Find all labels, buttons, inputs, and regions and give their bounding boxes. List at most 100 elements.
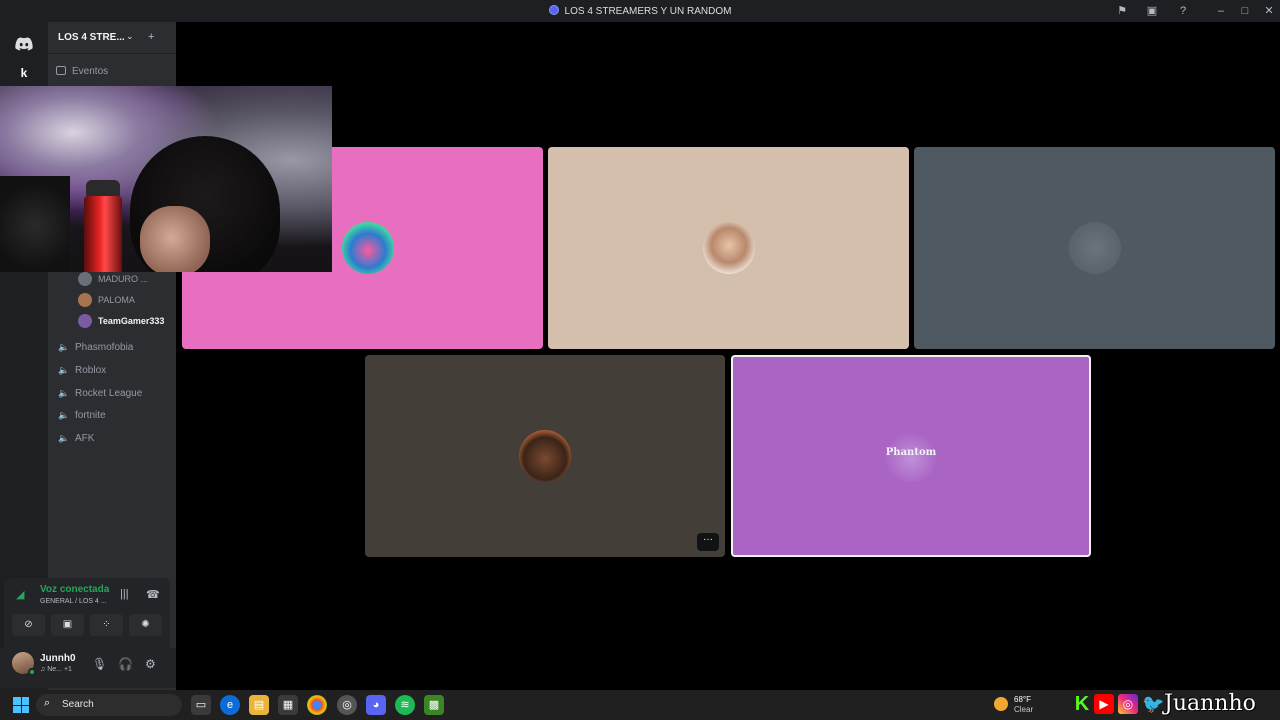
chrome-icon[interactable] [307,695,327,715]
minimize-icon[interactable]: – [1214,4,1228,18]
participant-avatar [1068,222,1121,274]
help-icon[interactable]: ? [1176,4,1190,18]
store-icon[interactable]: ▦ [278,695,298,715]
headphones-icon[interactable]: 🎧 [118,657,133,671]
taskbar-search[interactable]: ⌕ Search [36,694,182,716]
voice-channel-phasmofobia[interactable]: 🔈 Phasmofobia [58,342,133,353]
task-view-icon[interactable]: ▭ [191,695,211,715]
discord-logo-icon [15,37,33,51]
server-name: LOS 4 STRE... [58,32,125,43]
participant-tile[interactable] [914,147,1275,349]
username[interactable]: Junnh0 [40,653,76,664]
discord-taskbar-icon[interactable]: ◕ [366,695,386,715]
channel-label: fortnite [75,410,106,421]
voice-channel-afk[interactable]: 🔈 AFK [58,433,94,444]
signal-icon[interactable]: ◢ [16,588,30,602]
member-avatar [78,314,92,328]
voice-stage: ··· Phantom [176,22,1280,690]
voice-location[interactable]: GENERAL / LOS 4 ... [40,598,107,605]
voice-channel-rocket-league[interactable]: 🔈 Rocket League [58,388,142,399]
voice-member[interactable]: TeamGamer333 [78,314,164,328]
participant-tile[interactable]: ··· [365,355,725,557]
channel-label: AFK [75,433,95,444]
channel-label: Roblox [75,365,107,376]
user-panel: Junnh0 ♫ Ne... +1 🎙 🎧 ⚙ [0,648,176,688]
speaker-icon: 🔈 [58,365,70,375]
participant-avatar [519,430,571,482]
events-label: Eventos [72,66,109,77]
streamer-brand: Juannho [1164,691,1256,716]
screen-share-icon[interactable]: ▣ [1145,4,1159,18]
member-name: MADURO ... [98,274,149,284]
window-title-text: LOS 4 STREAMERS Y UN RANDOM [564,6,732,17]
channel-label: Phasmofobia [75,342,134,353]
microphone-icon[interactable]: 🎙 [92,657,107,671]
chevron-down-icon: ⌄ [126,31,134,41]
server-header[interactable]: LOS 4 STRE... ⌄ + [48,22,176,54]
window-title: LOS 4 STREAMERS Y UN RANDOM [0,5,1280,17]
weather-condition: Clear [1014,705,1034,714]
minecraft-icon[interactable]: ▩ [424,695,444,715]
twitter-icon: 🐦 [1142,694,1165,714]
activities-button[interactable]: ⁘ [90,614,123,636]
member-name: TeamGamer333 [98,316,165,326]
member-avatar [78,293,92,307]
flag-icon[interactable]: ⚑ [1115,4,1129,18]
voice-channel-fortnite[interactable]: 🔈 fortnite [58,410,106,421]
start-button[interactable] [13,697,29,713]
user-activity-extra: +1 [63,666,72,673]
member-name: PALOMA [98,295,135,305]
weather-temp: 68°F [1014,695,1031,704]
file-explorer-icon[interactable]: ▤ [249,695,269,715]
member-avatar [78,272,92,286]
online-status-icon [28,668,36,676]
screen-share-button[interactable]: ▣ [51,614,84,636]
voice-status[interactable]: Voz conectada [40,584,109,595]
disconnect-icon[interactable]: ☎ [146,588,160,601]
instagram-icon: ◎ [1118,694,1138,714]
settings-gear-icon[interactable]: ⚙ [145,657,156,671]
close-icon[interactable]: ✕ [1262,4,1276,18]
webcam-microphone [84,196,122,272]
participant-tile-selected[interactable]: Phantom [731,355,1091,557]
participant-avatar [702,222,755,274]
speaker-icon: 🔈 [58,342,70,352]
more-options-button[interactable]: ··· [697,533,719,551]
calendar-icon [56,66,66,75]
search-icon: ⌕ [44,697,51,709]
edge-icon[interactable]: e [220,695,240,715]
participant-avatar [342,222,394,274]
youtube-icon: ▶ [1094,694,1114,714]
camera-off-button[interactable]: ⊘ [12,614,45,636]
speaker-icon: 🔈 [58,433,70,443]
speaker-icon: 🔈 [58,388,70,398]
kick-icon: K [1074,693,1090,715]
phantom-logo-text: Phantom [885,447,937,459]
voice-member[interactable]: MADURO ... [78,272,148,286]
webcam-overlay [0,86,332,272]
user-status: ♫ Ne... +1 [40,666,72,673]
channel-label: Rocket League [75,388,143,399]
discord-home-button[interactable] [8,28,40,60]
webcam-background-object [0,176,70,272]
maximize-icon[interactable]: □ [1238,4,1252,18]
spotify-icon[interactable]: ≋ [395,695,415,715]
participant-tile[interactable] [548,147,909,349]
voice-member[interactable]: PALOMA [78,293,135,307]
weather-icon [994,697,1008,711]
weather-widget[interactable]: 68°F Clear [992,693,1052,717]
webcam-person-face [140,206,210,272]
guild-k[interactable]: k [8,62,40,84]
server-icon [548,5,559,15]
search-placeholder: Search [62,699,94,710]
noise-suppression-icon[interactable]: ||| [120,588,129,600]
obs-icon[interactable]: ◎ [337,695,357,715]
voice-channel-roblox[interactable]: 🔈 Roblox [58,365,106,376]
stream-social-overlay: K ▶ ◎ 🐦 Juannho [1072,690,1280,720]
speaker-icon: 🔈 [58,410,70,420]
events-item[interactable]: Eventos [56,66,108,77]
soundboard-button[interactable]: ✺ [129,614,162,636]
title-bar: LOS 4 STREAMERS Y UN RANDOM ⚑ ▣ ? – □ ✕ [0,0,1280,22]
add-member-icon[interactable]: + [148,31,154,43]
user-activity: ♫ Ne... [40,666,62,673]
